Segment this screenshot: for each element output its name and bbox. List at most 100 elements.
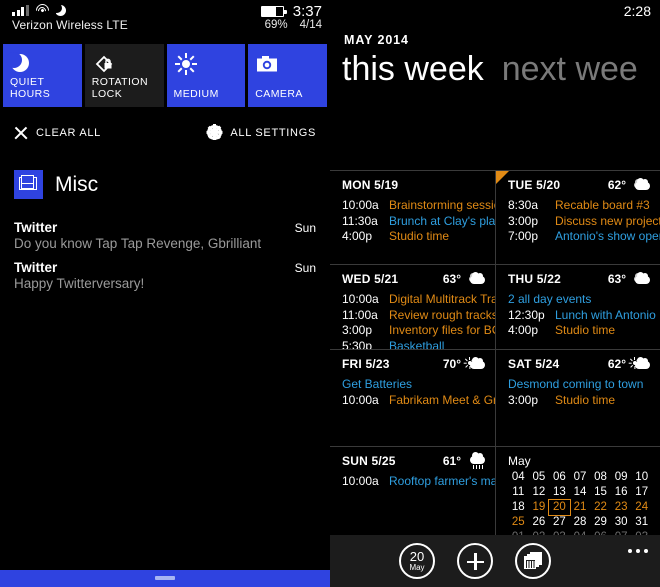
clear-all-button[interactable]: CLEAR ALL [14, 125, 101, 140]
mini-month-day[interactable]: 13 [549, 485, 570, 500]
mini-month-day[interactable]: 05 [529, 470, 550, 485]
notification-body: Do you know Tap Tap Revenge, Gbrilliant [14, 236, 262, 251]
cloudy-icon [630, 177, 650, 192]
tile-quiet-hours[interactable]: QUIET HOURS [3, 44, 82, 107]
mini-month-day[interactable]: 10 [631, 470, 652, 485]
tile-label: QUIET HOURS [10, 76, 51, 100]
event-time: 11:30a [342, 213, 378, 228]
mail-icon [14, 170, 43, 199]
calendar-month-label: MAY 2014 [344, 33, 409, 47]
mini-month-day[interactable]: 26 [529, 515, 550, 530]
mini-month-day[interactable]: 09 [611, 470, 632, 485]
day-cell-fri[interactable]: FRI 5/23 70° Get Batteries 10:00a Fabrika… [330, 350, 495, 446]
day-temperature: 63° [442, 272, 461, 286]
day-cell-sun[interactable]: SUN 5/25 61° 10:00a Rooftop farmer's mark… [330, 447, 495, 540]
mini-month-day[interactable]: 29 [590, 515, 611, 530]
event-item[interactable]: 10:00a Fabrikam Meet & Greet [342, 393, 495, 409]
tile-brightness[interactable]: MEDIUM [166, 44, 246, 107]
event-item[interactable]: 12:30p Lunch with Antonio [508, 307, 656, 324]
notification-time: Sun [294, 221, 316, 235]
event-item[interactable]: 3:00p Discuss new project [508, 214, 660, 230]
mini-month-day[interactable]: 11 [508, 485, 529, 500]
notification-group-header[interactable]: Misc [0, 170, 330, 199]
event-item[interactable]: Desmond coming to town [508, 377, 654, 393]
event-item[interactable]: 10:00a Brainstorming session [342, 198, 495, 214]
mini-month-day[interactable]: 24 [631, 500, 652, 515]
event-item[interactable]: 11:30a Brunch at Clay's place [342, 213, 495, 230]
status-bar-subline: 69% 4/14 [265, 19, 322, 31]
mini-month-day[interactable]: 20 [548, 499, 571, 516]
calendar-status-time: 2:28 [623, 3, 651, 19]
mini-month-day[interactable]: 04 [508, 470, 529, 485]
mini-month-calendar[interactable]: May 04 05 06 07 08 09 10 11 12 13 14 15 16 17 18 19 20 21… [495, 447, 660, 543]
tile-rotation-lock[interactable]: ROTATION LOCK [84, 44, 164, 107]
event-time: 4:00p [508, 323, 539, 337]
event-item[interactable]: 4:00p Studio time [342, 229, 489, 245]
day-label: THU 5/22 [508, 272, 561, 286]
mini-month-day[interactable]: 31 [631, 515, 652, 530]
week-row: WED 5/21 63° 10:00a Digital Multitrack Tr… [330, 264, 660, 349]
day-cell-mon[interactable]: MON 5/19 10:00a Brainstorming session 11:… [330, 171, 495, 264]
event-item[interactable]: 10:00a Rooftop farmer's market [342, 474, 495, 490]
event-item[interactable]: 4:00p Studio time [508, 323, 654, 339]
day-cell-sat[interactable]: SAT 5/24 62° Desmond coming to town 3:00… [495, 350, 660, 446]
event-item[interactable]: 3:00p Studio time [508, 393, 654, 409]
agenda-view-button[interactable] [515, 543, 551, 579]
event-time: 7:00p [508, 229, 539, 243]
mini-month-day[interactable]: 21 [570, 500, 591, 515]
mini-month-day[interactable]: 22 [590, 500, 611, 515]
week-row: FRI 5/23 70° Get Batteries 10:00a Fabrika… [330, 349, 660, 446]
tile-label: ROTATION LOCK [91, 76, 149, 100]
mini-month-day[interactable]: 28 [570, 515, 591, 530]
tile-camera[interactable]: CAMERA [248, 44, 327, 107]
mini-month-day[interactable]: 07 [570, 470, 591, 485]
new-event-button[interactable] [457, 543, 493, 579]
notification-item[interactable]: Twitter Sun Happy Twitterversary! [0, 253, 330, 293]
notification-item[interactable]: Twitter Sun Do you know Tap Tap Revenge,… [0, 213, 330, 253]
mini-month-day[interactable]: 19 [529, 500, 550, 515]
nav-handle[interactable] [155, 576, 175, 580]
event-item[interactable]: 3:00p Inventory files for BC pro [342, 323, 495, 339]
mini-month-day[interactable]: 14 [570, 485, 591, 500]
cloudy-icon [630, 271, 650, 286]
event-item[interactable]: 5:30p Basketball [342, 339, 489, 350]
ellipsis-icon[interactable] [628, 549, 648, 553]
mini-month-day[interactable]: 06 [549, 470, 570, 485]
status-bar-left-icons [12, 1, 68, 20]
event-title: Desmond coming to town [508, 377, 644, 391]
mini-month-day[interactable]: 23 [611, 500, 632, 515]
mini-month-day[interactable]: 30 [611, 515, 632, 530]
tile-label: MEDIUM [173, 88, 219, 100]
event-time: 10:00a [342, 474, 379, 488]
mini-month-day[interactable]: 12 [529, 485, 550, 500]
today-month-label: May [409, 563, 425, 572]
event-item[interactable]: 11:00a Review rough tracks with [342, 308, 495, 324]
event-time: 12:30p [508, 307, 545, 322]
all-settings-button[interactable]: ALL SETTINGS [206, 123, 316, 140]
event-item[interactable]: 8:30a Recable board #3 [508, 198, 654, 214]
camera-icon [256, 53, 278, 75]
tab-this-week[interactable]: this week [342, 48, 484, 91]
event-list: 10:00a Rooftop farmer's market [342, 474, 495, 490]
day-cell-tue-today[interactable]: TUE 5/20 62° 8:30a Recable board #3 3:00p… [495, 171, 660, 264]
mini-month-day[interactable]: 18 [508, 500, 529, 515]
mini-month-day[interactable]: 16 [611, 485, 632, 500]
day-cell-thu[interactable]: THU 5/22 63° 2 all day events 12:30p Lunc… [495, 265, 660, 349]
mini-month-day[interactable]: 17 [631, 485, 652, 500]
event-time: 4:00p [342, 229, 373, 243]
mini-month-day[interactable]: 08 [590, 470, 611, 485]
system-nav-bar[interactable] [0, 570, 330, 587]
notification-title: Twitter [14, 220, 58, 235]
mini-month-day[interactable]: 27 [549, 515, 570, 530]
tab-next-week[interactable]: next wee [502, 48, 638, 91]
day-cell-wed[interactable]: WED 5/21 63° 10:00a Digital Multitrack Tr… [330, 265, 495, 349]
mini-month-day[interactable]: 25 [508, 515, 529, 530]
event-item[interactable]: 2 all day events [508, 292, 654, 308]
event-item[interactable]: 10:00a Digital Multitrack Training [342, 292, 495, 308]
notification-time: Sun [294, 261, 316, 275]
event-item[interactable]: 7:00p Antonio's show opening [508, 229, 660, 245]
mini-month-day[interactable]: 15 [590, 485, 611, 500]
event-time: 3:00p [342, 323, 373, 337]
event-item[interactable]: Get Batteries [342, 377, 489, 393]
today-button[interactable]: 20 May [399, 543, 435, 579]
